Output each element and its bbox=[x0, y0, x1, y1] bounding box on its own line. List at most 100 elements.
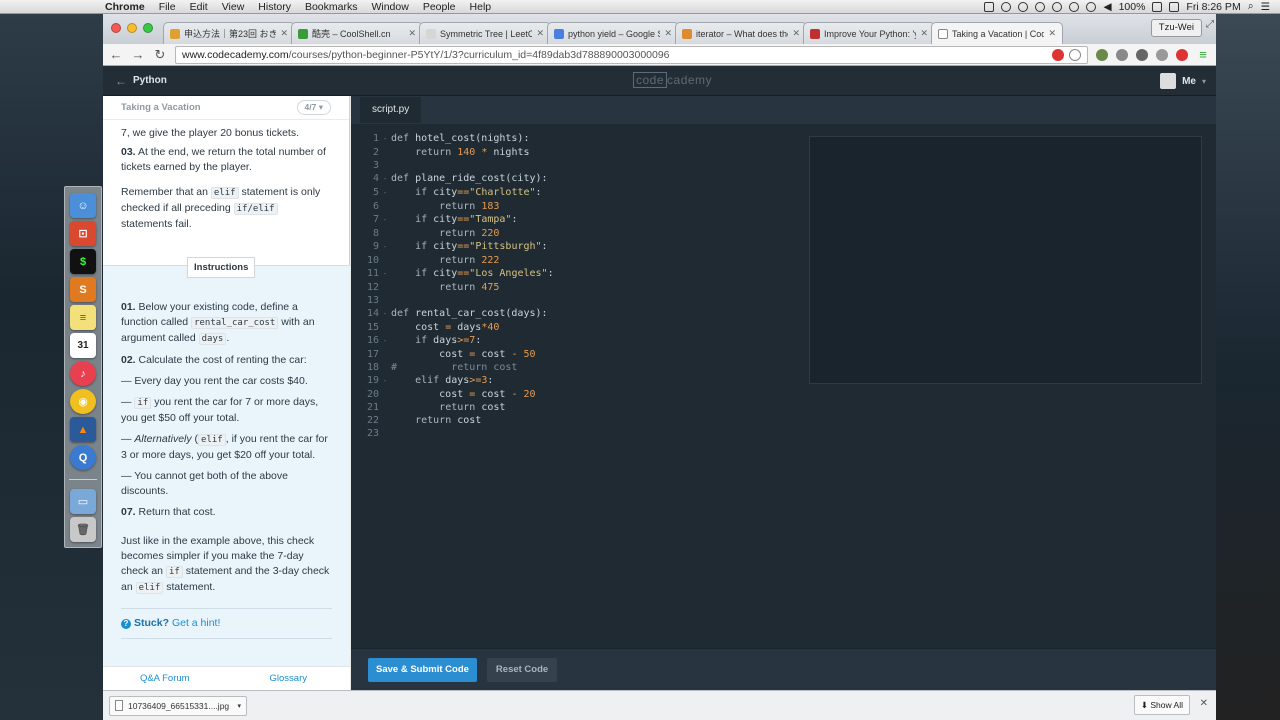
address-bar[interactable]: www.codecademy.com/courses/python-beginn… bbox=[175, 45, 1088, 64]
download-item[interactable]: 10736409_66515331....jpg ▾ bbox=[109, 695, 247, 716]
wifi-icon[interactable] bbox=[1086, 1, 1097, 12]
back-to-course-icon[interactable]: ← bbox=[115, 74, 127, 88]
trash-icon[interactable]: 🗑 bbox=[70, 517, 96, 542]
browser-tab[interactable]: Symmetric Tree | LeetCode✕ bbox=[419, 22, 551, 44]
code-editor[interactable]: 1- def hotel_cost(nights): 2 return 140 *… bbox=[351, 124, 1216, 654]
inline-code: if bbox=[134, 397, 152, 409]
back-arrow-icon[interactable]: ← bbox=[109, 47, 123, 62]
minimize-window-button[interactable] bbox=[127, 23, 137, 33]
matlab-icon[interactable]: ▲ bbox=[70, 417, 96, 442]
save-submit-button[interactable]: Save & Submit Code bbox=[368, 657, 477, 682]
tab-title: 申込方法｜第23回 おきなわ bbox=[184, 29, 277, 39]
question-icon: ? bbox=[121, 619, 131, 629]
hint-link[interactable]: ? Stuck? Get a hint! bbox=[121, 608, 332, 639]
calendar-icon[interactable]: 31 bbox=[70, 333, 96, 358]
instructions-tab[interactable]: Instructions bbox=[187, 257, 256, 278]
itunes-icon[interactable]: ♪ bbox=[70, 361, 96, 386]
avatar bbox=[1160, 73, 1177, 89]
browser-tab[interactable]: iterator – What does the yi ✕ bbox=[675, 22, 807, 44]
clock[interactable]: Fri 8:26 PM bbox=[1186, 1, 1240, 13]
remote-desktop-icon[interactable]: ⊡ bbox=[70, 221, 96, 246]
extension-icon[interactable] bbox=[1156, 48, 1168, 61]
menu-people[interactable]: People bbox=[416, 1, 463, 13]
dropbox-icon[interactable] bbox=[1018, 1, 1029, 12]
file-tab[interactable]: script.py bbox=[360, 97, 422, 123]
browser-tab[interactable]: 申込方法｜第23回 おきなわ✕ bbox=[163, 22, 295, 44]
zoom-window-button[interactable] bbox=[143, 23, 153, 33]
text: statement. bbox=[166, 581, 216, 593]
browser-tab[interactable]: 酷壳 – CoolShell.cn ✕ bbox=[291, 22, 423, 44]
tab-close-icon[interactable]: ✕ bbox=[280, 28, 288, 39]
qa-forum-link[interactable]: Q&A Forum bbox=[103, 667, 227, 690]
menu-file[interactable]: File bbox=[152, 1, 183, 13]
menu-edit[interactable]: Edit bbox=[183, 1, 215, 13]
instruction-bullet: — if you rent the car for 7 or more days… bbox=[121, 395, 332, 426]
battery-icon[interactable] bbox=[1152, 1, 1163, 12]
menu-view[interactable]: View bbox=[215, 1, 252, 13]
tab-close-icon[interactable]: ✕ bbox=[408, 28, 416, 39]
terminal-icon[interactable]: $ bbox=[70, 249, 96, 274]
tab-close-icon[interactable]: ✕ bbox=[536, 28, 544, 39]
tab-close-icon[interactable]: ✕ bbox=[664, 28, 672, 39]
course-name[interactable]: Python bbox=[133, 75, 167, 86]
instructions-panel: Instructions 01. Below your existing cod… bbox=[103, 257, 351, 690]
menu-help[interactable]: Help bbox=[463, 1, 499, 13]
lesson-header: Taking a Vacation 4/7 ▾ bbox=[103, 96, 349, 120]
chrome-icon[interactable]: ◉ bbox=[70, 389, 96, 414]
tab-title: python yield – Google Sea bbox=[568, 28, 660, 39]
bookmark-star-icon[interactable] bbox=[1069, 48, 1081, 61]
text: — bbox=[121, 433, 132, 445]
chevron-down-icon[interactable]: ▾ bbox=[237, 702, 241, 710]
close-window-button[interactable] bbox=[111, 23, 121, 33]
code-content[interactable]: 1- def hotel_cost(nights): 2 return 140 *… bbox=[361, 132, 554, 440]
user-menu[interactable]: Me ▾ bbox=[1160, 73, 1206, 89]
menu-app-chrome[interactable]: Chrome bbox=[98, 1, 152, 13]
tab-close-icon[interactable]: ✕ bbox=[792, 28, 800, 39]
flag-icon[interactable] bbox=[1169, 1, 1180, 12]
notification-center-icon[interactable]: ☰ bbox=[1261, 1, 1270, 13]
battery-percent[interactable]: 100% bbox=[1119, 1, 1146, 13]
glossary-link[interactable]: Glossary bbox=[227, 667, 351, 690]
volume-icon[interactable]: ◀ bbox=[1103, 1, 1111, 13]
tab-close-icon[interactable]: ✕ bbox=[920, 28, 928, 39]
blocked-icon[interactable] bbox=[1052, 48, 1064, 61]
download-filename: 10736409_66515331....jpg bbox=[128, 700, 230, 711]
record-icon[interactable] bbox=[1001, 1, 1012, 12]
lesson-progress-dropdown[interactable]: 4/7 ▾ bbox=[296, 100, 331, 115]
chrome-menu-icon[interactable]: ≡ bbox=[1196, 47, 1210, 62]
menu-history[interactable]: History bbox=[251, 1, 298, 13]
browser-tab-active[interactable]: Taking a Vacation | Codeca✕ bbox=[931, 22, 1063, 44]
show-all-downloads-button[interactable]: ⬇ Show All bbox=[1133, 695, 1190, 715]
tab-title: Improve Your Python: 'yield' bbox=[824, 28, 916, 39]
finder-icon[interactable]: ☺ bbox=[70, 193, 96, 218]
quicktime-icon[interactable]: Q bbox=[70, 445, 96, 470]
bluetooth-icon[interactable] bbox=[1069, 1, 1080, 12]
forward-arrow-icon[interactable]: → bbox=[131, 47, 145, 62]
reset-code-button[interactable]: Reset Code bbox=[486, 657, 558, 682]
reload-icon[interactable]: ↻ bbox=[153, 47, 167, 63]
fullscreen-icon[interactable]: ⤢ bbox=[1206, 19, 1214, 30]
menu-bookmarks[interactable]: Bookmarks bbox=[298, 1, 365, 13]
stickies-icon[interactable]: ≡ bbox=[70, 305, 96, 330]
codecademy-logo[interactable]: code cademy bbox=[633, 72, 712, 88]
instruction-bullet: — Alternatively (elif, if you rent the c… bbox=[121, 433, 328, 461]
extension-icon[interactable] bbox=[1116, 48, 1128, 61]
adblock-icon[interactable] bbox=[1176, 48, 1188, 61]
downloads-folder-icon[interactable]: ▭ bbox=[70, 489, 96, 514]
browser-tab[interactable]: python yield – Google Sea ✕ bbox=[547, 22, 679, 44]
close-icon[interactable]: ✕ bbox=[1200, 698, 1208, 709]
menu-window[interactable]: Window bbox=[364, 1, 415, 13]
browser-tab[interactable]: Improve Your Python: 'yield' ✕ bbox=[803, 22, 935, 44]
tab-favicon-icon bbox=[810, 28, 820, 39]
instruction-bullet: — Every day you rent the car costs $40. bbox=[121, 375, 308, 387]
tab-title: Taking a Vacation | Codeca bbox=[952, 28, 1045, 39]
extension-icon[interactable] bbox=[1136, 48, 1148, 61]
extension-icon[interactable] bbox=[1096, 48, 1108, 61]
spotlight-icon[interactable]: ⌕ bbox=[1248, 0, 1254, 13]
timer-icon[interactable] bbox=[1035, 1, 1046, 12]
status-app-icon[interactable] bbox=[984, 1, 995, 12]
sublime-text-icon[interactable]: S bbox=[70, 277, 96, 302]
profile-button[interactable]: Tzu-Wei bbox=[1150, 19, 1202, 37]
history-icon[interactable] bbox=[1052, 1, 1063, 12]
tab-close-icon[interactable]: ✕ bbox=[1048, 28, 1056, 39]
